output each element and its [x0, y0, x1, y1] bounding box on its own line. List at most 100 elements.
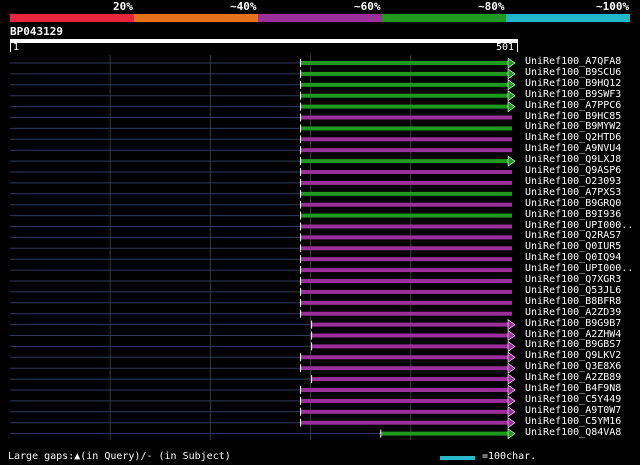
hit-arrow-icon	[507, 68, 516, 80]
hit-arrow-icon	[507, 101, 516, 113]
hit-label[interactable]: UniRef100_Q84VA8	[525, 427, 621, 438]
hit-alignment-bar	[300, 355, 508, 360]
hit-arrow-icon	[507, 362, 516, 374]
hit-alignment-bar	[300, 279, 512, 283]
hit-arrow-icon	[507, 319, 516, 331]
hit-label[interactable]: UniRef100_A2ZD39	[525, 307, 621, 318]
legend-40	[134, 14, 258, 22]
hit-alignment-bar	[300, 398, 508, 403]
hit-label[interactable]: UniRef100_B9GRQ0	[525, 198, 621, 209]
hit-alignment-bar	[311, 344, 508, 349]
hit-label[interactable]: UniRef100_UPI000..	[525, 220, 633, 231]
hit-label[interactable]: UniRef100_B8BFR8	[525, 296, 621, 307]
query-bar	[10, 39, 518, 43]
hit-alignment-bar	[300, 148, 512, 153]
hit-alignment-bar	[300, 311, 512, 316]
hit-label[interactable]: UniRef100_UPI000..	[525, 263, 633, 274]
hit-label[interactable]: UniRef100_B9G9B7	[525, 318, 621, 329]
hit-alignment-bar	[300, 93, 508, 98]
hit-label[interactable]: UniRef100_Q9ASP6	[525, 165, 621, 176]
hit-alignment-bar	[300, 180, 512, 185]
hit-label[interactable]: UniRef100_A7PPC6	[525, 100, 621, 111]
query-end-label: 501	[496, 42, 515, 53]
hit-alignment-bar	[300, 366, 508, 371]
hit-alignment-bar	[311, 322, 508, 327]
hit-arrow-icon	[507, 340, 516, 352]
scale-bar	[440, 456, 475, 460]
hit-arrow-icon	[507, 57, 516, 69]
hit-arrow-icon	[507, 90, 516, 102]
hit-label[interactable]: UniRef100_B9SWF3	[525, 89, 621, 100]
hit-alignment-bar	[300, 126, 512, 131]
hit-arrow-icon	[507, 417, 516, 429]
scale-label: =100char.	[482, 451, 537, 462]
hit-alignment-bar	[300, 82, 508, 87]
query-start-label: 1	[13, 42, 20, 53]
hit-label[interactable]: UniRef100_Q9LKV2	[525, 350, 621, 361]
hit-arrow-icon	[507, 351, 516, 363]
hit-label[interactable]: UniRef100_Q3E8X6	[525, 361, 621, 372]
hit-arrow-icon	[507, 384, 516, 396]
hit-alignment-bar	[380, 431, 508, 436]
hit-label[interactable]: UniRef100_A9T0W7	[525, 405, 621, 416]
hit-alignment-bar	[300, 104, 508, 109]
hit-alignment-bar	[300, 71, 508, 76]
hit-alignment-bar	[300, 235, 512, 240]
query-end-tick	[517, 42, 518, 52]
hit-arrow-icon	[507, 395, 516, 407]
hit-alignment-bar	[300, 159, 508, 164]
hit-label[interactable]: UniRef100_A7QFA8	[525, 56, 621, 67]
hit-alignment-bar	[300, 268, 512, 273]
legend-label-80: ~80%	[478, 0, 505, 13]
hit-label[interactable]: UniRef100_Q2RAS7	[525, 230, 621, 241]
hit-alignment-bar	[300, 115, 512, 120]
hit-alignment-bar	[300, 224, 512, 229]
hit-alignment-bar	[300, 202, 512, 207]
hit-label[interactable]: UniRef100_Q7XGR3	[525, 274, 621, 285]
hit-label[interactable]: UniRef100_B9MYW2	[525, 121, 621, 132]
hit-label[interactable]: UniRef100_A2ZHW4	[525, 329, 621, 340]
hit-arrow-icon	[507, 406, 516, 418]
hit-label[interactable]: UniRef100_Q2HTD6	[525, 132, 621, 143]
hit-alignment-bar	[300, 420, 508, 425]
hit-label[interactable]: UniRef100_B9I936	[525, 209, 621, 220]
hit-label[interactable]: UniRef100_Q0IQ94	[525, 252, 621, 263]
hit-label[interactable]: UniRef100_B9HC85	[525, 111, 621, 122]
legend-label-100: ~100%	[596, 0, 630, 13]
hit-arrow-icon	[507, 373, 516, 385]
hit-label[interactable]: UniRef100_B4F9N8	[525, 383, 621, 394]
hit-label[interactable]: UniRef100_Q9LXJ8	[525, 154, 621, 165]
hit-alignment-bar	[300, 170, 512, 174]
legend-label-20: 20%	[113, 0, 133, 13]
identity-legend-bar	[10, 14, 630, 22]
hit-alignment-bar	[300, 300, 512, 305]
hit-label[interactable]: UniRef100_A9NVU4	[525, 143, 621, 154]
legend-label-60: ~60%	[354, 0, 381, 13]
hit-alignment-bar	[300, 257, 512, 262]
hit-label[interactable]: UniRef100_C5Y449	[525, 394, 621, 405]
hit-label[interactable]: UniRef100_Q53JL6	[525, 285, 621, 296]
hit-alignment-bar	[300, 213, 512, 218]
hit-label[interactable]: UniRef100_B9SCU6	[525, 67, 621, 78]
query-start-tick	[10, 42, 11, 52]
hit-label[interactable]: UniRef100_Q0IUR5	[525, 241, 621, 252]
hit-alignment-bar	[300, 137, 512, 142]
hit-label[interactable]: UniRef100_B9GBS7	[525, 339, 621, 350]
query-id: BP043129	[10, 25, 63, 38]
hit-label[interactable]: UniRef100_A2ZB89	[525, 372, 621, 383]
hit-alignment-bar	[311, 377, 508, 382]
hit-arrow-icon	[507, 428, 516, 440]
hit-label[interactable]: UniRef100_C5YM16	[525, 416, 621, 427]
hit-label[interactable]: UniRef100_B9HQ12	[525, 78, 621, 89]
hit-alignment-bar	[300, 61, 508, 65]
legend-80	[382, 14, 506, 22]
hit-alignment-bar	[300, 388, 508, 392]
legend-60	[258, 14, 382, 22]
hit-arrow-icon	[507, 79, 516, 91]
hit-alignment-bar	[300, 409, 508, 414]
hit-label[interactable]: UniRef100_O23093	[525, 176, 621, 187]
hit-alignment-bar	[300, 289, 512, 294]
hit-alignment-bar	[300, 191, 512, 196]
large-gaps-legend: Large gaps:▲(in Query)/- (in Subject)	[8, 451, 231, 462]
hit-label[interactable]: UniRef100_A7PXS3	[525, 187, 621, 198]
